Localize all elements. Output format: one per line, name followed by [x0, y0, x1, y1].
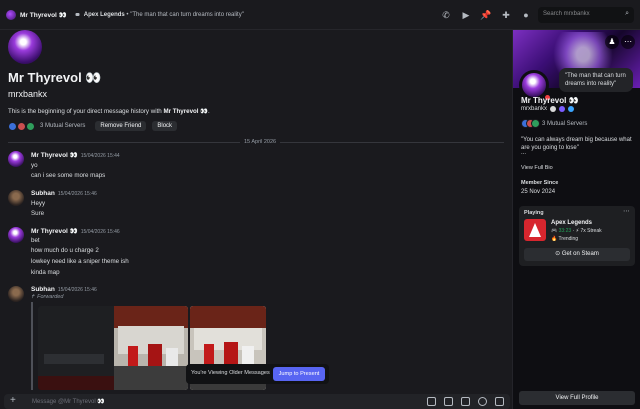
video-call-icon[interactable]: ▶	[460, 9, 472, 21]
view-full-bio-link[interactable]: View Full Bio	[521, 165, 553, 171]
add-attachment-icon[interactable]: +	[10, 396, 16, 406]
message-text: can i see some more maps	[31, 172, 106, 179]
mutual-server-icon	[17, 121, 26, 131]
gif-icon[interactable]	[444, 397, 453, 406]
game-icon	[75, 13, 80, 16]
custom-status-bubble: "The man that can turn dreams into reali…	[559, 68, 633, 92]
profile-mutual-row[interactable]: 3 Mutual Servers	[521, 119, 587, 128]
pin-icon[interactable]: 📌	[480, 9, 492, 21]
user-avatar[interactable]	[6, 9, 16, 20]
intro-display-name: Mr Thyrevol 👀	[8, 70, 102, 85]
mutual-server-icon	[8, 121, 17, 131]
add-friends-icon[interactable]: ✚	[500, 9, 512, 21]
search-input[interactable]: Search mrxbankx ⌕	[538, 7, 634, 23]
activity-game-name: Apex Legends	[551, 220, 593, 226]
badge-icon[interactable]	[568, 106, 575, 112]
badge-icon[interactable]	[559, 106, 566, 112]
message-author[interactable]: Mr Thyrevol 👀	[31, 228, 78, 235]
message-text: yo	[31, 162, 38, 169]
header-toolbar: ✆ ▶ 📌 ✚ ●	[440, 9, 532, 21]
message-author[interactable]: Mr Thyrevol 👀	[31, 152, 78, 159]
add-friend-icon[interactable]: ♟	[605, 35, 619, 49]
avatar[interactable]	[8, 227, 24, 243]
badge-icon[interactable]	[550, 106, 557, 112]
profile-mutual-servers[interactable]: 3 Mutual Servers	[542, 121, 587, 127]
phone-call-icon[interactable]: ✆	[440, 9, 452, 21]
message-author[interactable]: Subhan	[31, 190, 55, 197]
older-messages-text: You're Viewing Older Messages	[191, 370, 270, 376]
message-author[interactable]: Subhan	[31, 286, 55, 293]
user-profile-icon[interactable]: ●	[520, 9, 532, 21]
intro-username: mrxbankx	[8, 89, 48, 99]
message-timestamp: 15/04/2026 15:44	[80, 153, 120, 159]
custom-status: Apex Legends • "The man that can turn dr…	[83, 11, 244, 18]
channel-user-name[interactable]: Mr Thyrevol 👀	[20, 11, 67, 19]
activity-card: Playing ⋯ Apex Legends 🎮 33:23 · ⚡ 7x St…	[519, 206, 635, 266]
top-bar: Mr Thyrevol 👀 Apex Legends • "The man th…	[0, 0, 640, 30]
intro-avatar	[8, 30, 42, 64]
gift-icon[interactable]	[427, 397, 436, 406]
chat-area: Mr Thyrevol 👀 mrxbankx This is the begin…	[0, 30, 512, 390]
emoji-icon[interactable]	[478, 397, 487, 406]
sticker-icon[interactable]	[461, 397, 470, 406]
view-full-profile-button[interactable]: View Full Profile	[519, 391, 635, 405]
remove-friend-button[interactable]: Remove Friend	[95, 121, 147, 131]
profile-panel: ♟ ⋯ "The man that can turn dreams into r…	[512, 30, 640, 409]
message-text: bet	[31, 237, 40, 244]
intro-text: This is the beginning of your direct mes…	[8, 108, 210, 115]
message-timestamp: 15/04/2026 15:46	[80, 229, 120, 235]
activity-label: Playing	[524, 210, 544, 216]
member-since-label: Member Since	[521, 180, 559, 186]
mutual-server-icon	[26, 121, 35, 131]
profile-username-row: mrxbankx	[521, 106, 575, 112]
mutual-row: 3 Mutual Servers Remove Friend Block	[8, 121, 178, 131]
profile-bio: "You can always dream big because what a…	[521, 137, 632, 151]
message-text: kinda map	[31, 269, 60, 276]
message-composer[interactable]: + Message @Mr Thyrevol 👀	[4, 394, 510, 409]
profile-bio-more: ...	[521, 150, 527, 156]
apex-legends-icon[interactable]	[524, 219, 546, 241]
avatar[interactable]	[8, 190, 24, 206]
message-timestamp: 15/04/2026 15:46	[57, 287, 97, 293]
message-text: how much do u charge 2	[31, 247, 99, 254]
member-since-date: 25 Nov 2024	[521, 189, 556, 195]
search-icon: ⌕	[625, 10, 629, 17]
get-on-steam-button[interactable]: ⊙ Get on Steam	[524, 248, 630, 261]
apps-icon[interactable]	[495, 397, 504, 406]
block-button[interactable]: Block	[152, 121, 178, 131]
activity-more-icon[interactable]: ⋯	[623, 207, 630, 215]
older-messages-banner: You're Viewing Older Messages Jump to Pr…	[186, 364, 329, 384]
profile-username: mrxbankx	[521, 106, 548, 112]
forward-bar	[31, 302, 33, 390]
message-text: Heyy	[31, 200, 46, 207]
date-divider-label: 15 April 2026	[240, 139, 281, 145]
avatar[interactable]	[8, 151, 24, 167]
message-timestamp: 15/04/2026 15:46	[57, 191, 97, 197]
profile-display-name: Mr Thyrevol 👀	[521, 96, 579, 105]
avatar[interactable]	[8, 286, 24, 302]
message-text: lowkey need like a sniper theme ish	[31, 258, 129, 265]
message-input[interactable]: Message @Mr Thyrevol 👀	[32, 398, 105, 405]
message-text: Sure	[31, 210, 45, 217]
activity-meta: 🎮 33:23 · ⚡ 7x Streak	[551, 228, 602, 234]
map-screenshot-image[interactable]	[38, 306, 188, 390]
map-image-art	[38, 306, 188, 390]
mutual-servers-link[interactable]: 3 Mutual Servers	[40, 123, 85, 129]
activity-trending: 🔥 Trending	[551, 236, 579, 242]
forwarded-label: ↱ Forwarded	[31, 294, 64, 300]
jump-to-present-button[interactable]: Jump to Present	[273, 367, 325, 381]
mutual-server-icon	[531, 119, 540, 128]
more-options-icon[interactable]: ⋯	[621, 35, 635, 49]
